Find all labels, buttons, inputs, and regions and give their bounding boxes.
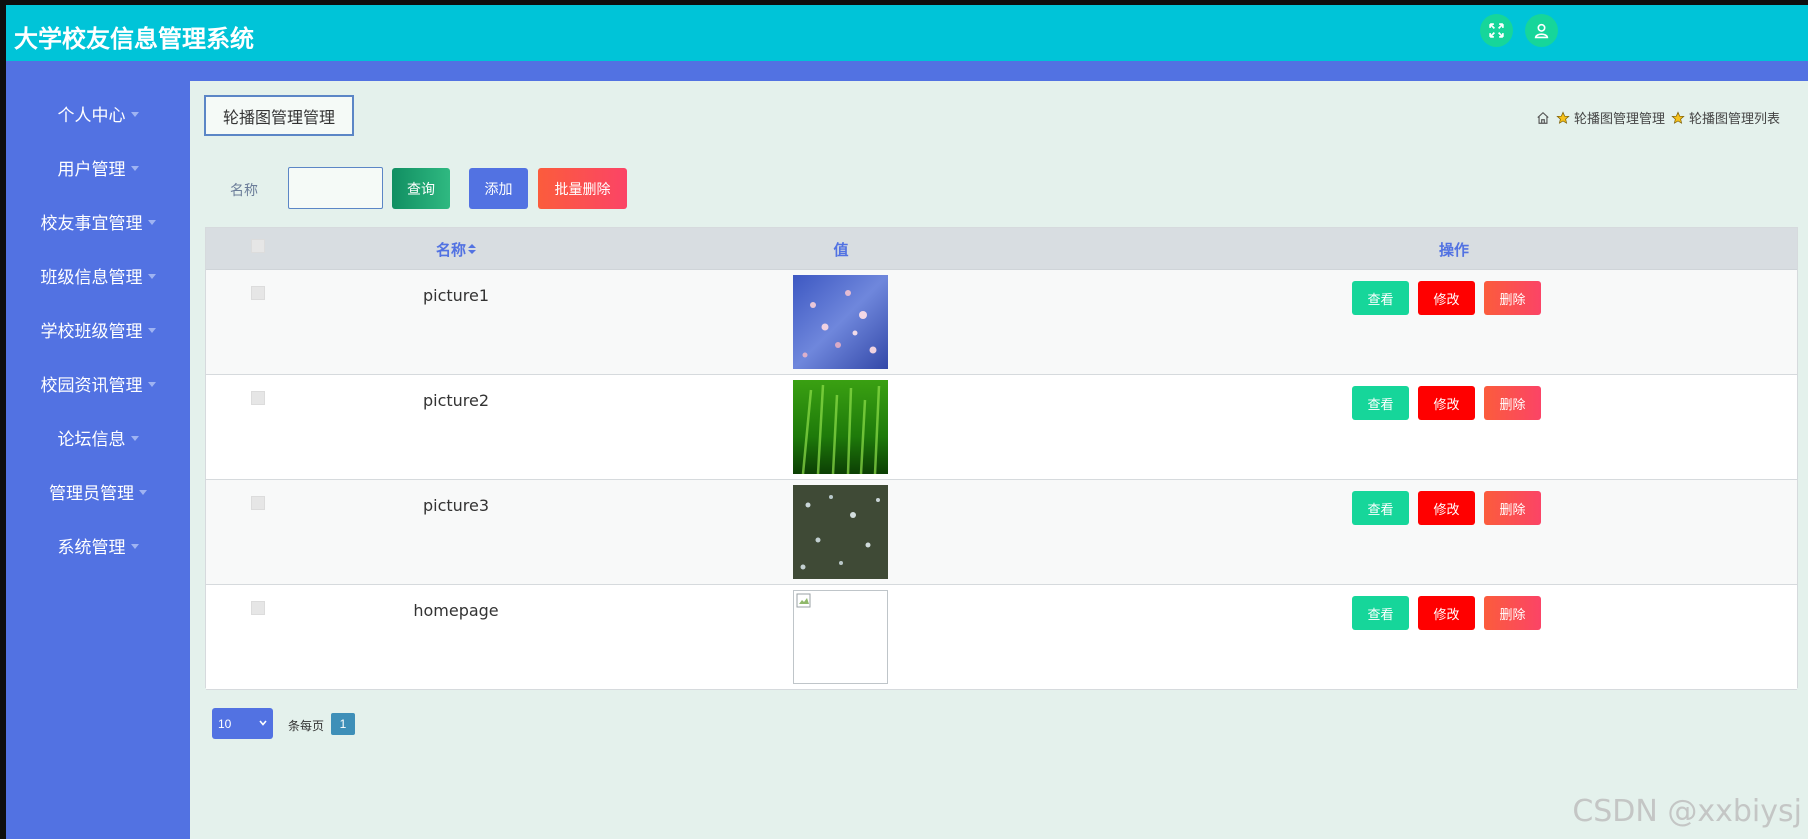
edit-button[interactable]: 修改	[1418, 596, 1475, 630]
sidebar-item-users[interactable]: 用户管理	[6, 147, 190, 187]
add-button[interactable]: 添加	[469, 168, 528, 209]
star-icon	[1671, 110, 1685, 124]
sidebar-item-system[interactable]: 系统管理	[6, 525, 190, 565]
view-button[interactable]: 查看	[1352, 596, 1409, 630]
header-sub-bar	[6, 61, 1808, 81]
column-header-value: 值	[833, 240, 849, 259]
watermark-text: CSDN @xxbiysj	[1572, 794, 1802, 829]
table-row: homepage 查看 修改 删除	[206, 585, 1797, 690]
user-menu-button[interactable]	[1525, 14, 1558, 47]
sidebar-item-label: 用户管理	[57, 159, 126, 180]
query-button[interactable]: 查询	[392, 168, 450, 209]
edit-button[interactable]: 修改	[1418, 281, 1475, 315]
view-button[interactable]: 查看	[1352, 386, 1409, 420]
delete-button[interactable]: 删除	[1484, 596, 1541, 630]
main-content: 轮播图管理管理 轮播图管理管理 轮播图管理列表 名称 查询 添加 批量删除 名称…	[190, 81, 1808, 839]
view-button[interactable]: 查看	[1352, 281, 1409, 315]
row-checkbox[interactable]	[251, 601, 265, 615]
sidebar-item-campus-news[interactable]: 校园资讯管理	[6, 363, 190, 403]
green-grass-thumbnail	[793, 380, 888, 474]
caret-down-icon	[147, 327, 156, 333]
sidebar: 个人中心 用户管理 校友事宜管理 班级信息管理 学校班级管理 校园资讯管理 论坛…	[6, 81, 190, 839]
breadcrumb: 轮播图管理管理 轮播图管理列表	[1536, 108, 1780, 127]
row-name: picture2	[422, 391, 490, 410]
star-icon	[1556, 110, 1570, 124]
page-number-button[interactable]: 1	[331, 713, 355, 735]
sidebar-item-personal-center[interactable]: 个人中心	[6, 93, 190, 133]
sidebar-item-school-classes[interactable]: 学校班级管理	[6, 309, 190, 349]
chevron-down-icon	[259, 720, 267, 726]
caret-down-icon	[130, 165, 139, 171]
sidebar-item-class-info[interactable]: 班级信息管理	[6, 255, 190, 295]
sidebar-item-label: 学校班级管理	[40, 321, 143, 342]
user-icon	[1534, 23, 1549, 39]
sidebar-item-label: 论坛信息	[57, 429, 126, 450]
edit-button[interactable]: 修改	[1418, 491, 1475, 525]
row-name: picture1	[422, 286, 490, 305]
breadcrumb-item[interactable]: 轮播图管理管理	[1574, 108, 1665, 127]
caret-down-icon	[139, 489, 147, 495]
page-size-select[interactable]: 10	[212, 708, 273, 739]
home-icon[interactable]	[1536, 111, 1550, 125]
search-name-input[interactable]	[288, 167, 383, 209]
delete-button[interactable]: 删除	[1484, 386, 1541, 420]
page-title: 轮播图管理管理	[204, 95, 354, 136]
sidebar-item-label: 校园资讯管理	[40, 375, 143, 396]
sidebar-item-label: 校友事宜管理	[40, 213, 143, 234]
select-all-checkbox[interactable]	[251, 239, 265, 253]
top-header: 大学校友信息管理系统	[6, 5, 1808, 61]
table-row: picture2 查看 修改 删除	[206, 375, 1797, 480]
batch-delete-button[interactable]: 批量删除	[538, 168, 627, 209]
sidebar-item-label: 个人中心	[57, 105, 126, 126]
table-header: 名称 值 操作	[206, 228, 1797, 270]
data-table: 名称 值 操作 picture1 查看 修改 删除 picture2 查看 修改…	[205, 227, 1798, 690]
app-window: 大学校友信息管理系统 个人中心 用户管理 校友事宜管理 班级信息管理 学校班级管…	[6, 5, 1808, 839]
row-checkbox[interactable]	[251, 496, 265, 510]
caret-down-icon	[147, 381, 156, 387]
dark-flowers-thumbnail	[793, 485, 888, 579]
caret-down-icon	[130, 543, 139, 549]
caret-down-icon	[147, 219, 156, 225]
expand-icon	[1489, 23, 1504, 38]
sort-icon	[468, 244, 476, 254]
search-name-label: 名称	[230, 183, 258, 199]
sidebar-item-label: 系统管理	[57, 537, 126, 558]
caret-down-icon	[130, 435, 139, 441]
row-name: picture3	[422, 496, 490, 515]
delete-button[interactable]: 删除	[1484, 281, 1541, 315]
sidebar-item-forum[interactable]: 论坛信息	[6, 417, 190, 457]
sidebar-item-label: 班级信息管理	[40, 267, 143, 288]
broken-image-icon	[796, 593, 811, 608]
broken-image-thumbnail	[793, 590, 888, 684]
blue-cherry-blossom-thumbnail	[793, 275, 888, 369]
edit-button[interactable]: 修改	[1418, 386, 1475, 420]
column-header-name[interactable]: 名称	[356, 228, 556, 270]
fullscreen-button[interactable]	[1480, 14, 1513, 47]
caret-down-icon	[130, 111, 139, 117]
sidebar-item-alumni-affairs[interactable]: 校友事宜管理	[6, 201, 190, 241]
delete-button[interactable]: 删除	[1484, 491, 1541, 525]
app-title: 大学校友信息管理系统	[14, 25, 254, 53]
caret-down-icon	[147, 273, 156, 279]
view-button[interactable]: 查看	[1352, 491, 1409, 525]
per-page-label: 条每页	[288, 719, 325, 733]
row-checkbox[interactable]	[251, 286, 265, 300]
row-checkbox[interactable]	[251, 391, 265, 405]
row-name: homepage	[413, 601, 499, 620]
column-header-actions: 操作	[1438, 240, 1469, 259]
sidebar-item-admins[interactable]: 管理员管理	[6, 471, 190, 511]
breadcrumb-item-current: 轮播图管理列表	[1688, 112, 1780, 127]
sidebar-item-label: 管理员管理	[49, 483, 134, 504]
table-row: picture1 查看 修改 删除	[206, 270, 1797, 375]
table-row: picture3 查看 修改 删除	[206, 480, 1797, 585]
